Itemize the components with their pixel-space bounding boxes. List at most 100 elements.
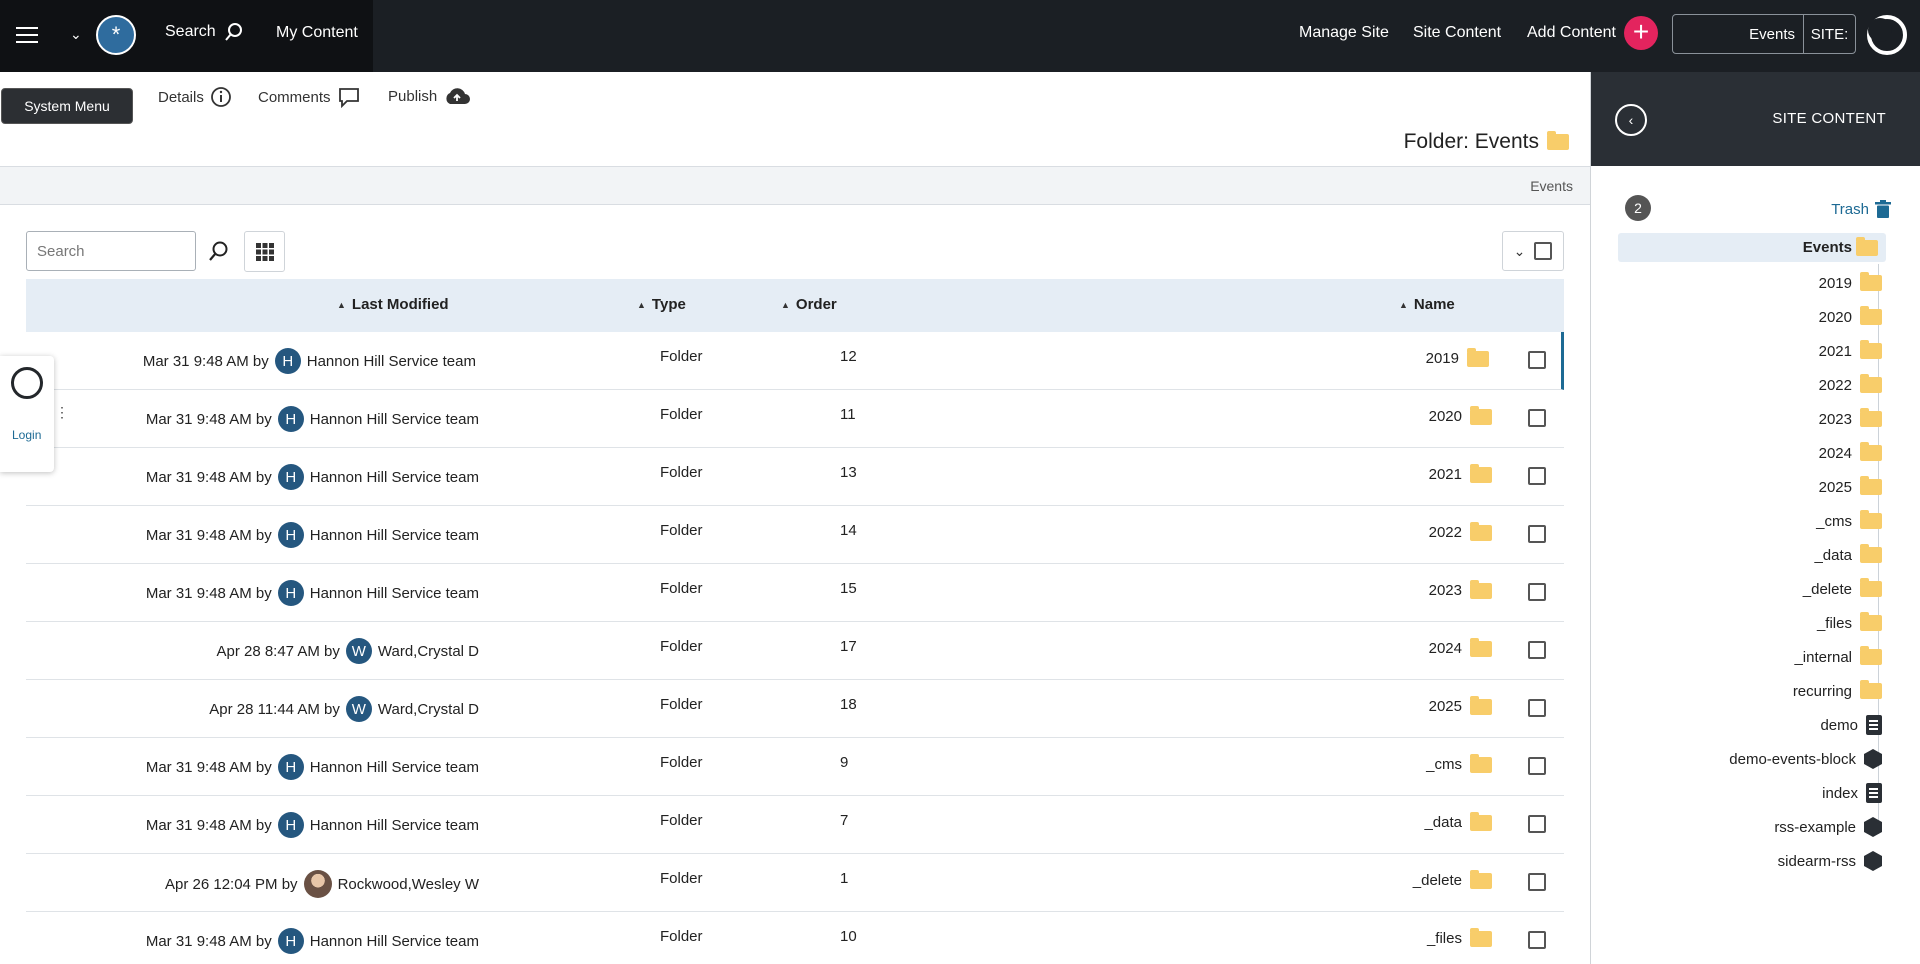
column-header-type[interactable]: ▲ Type bbox=[637, 296, 686, 313]
sort-caret-icon: ▲ bbox=[781, 299, 790, 310]
row-name-cell[interactable]: 2024 bbox=[1429, 637, 1492, 657]
table-row[interactable]: 2021 13 Folder Mar 31 9:48 AM by H Hanno… bbox=[26, 448, 1564, 506]
manage-site-link[interactable]: Manage Site bbox=[1299, 24, 1389, 42]
comments-button[interactable]: Comments bbox=[258, 86, 361, 108]
select-all-dropdown[interactable]: ⌄ bbox=[1502, 231, 1564, 271]
tree-item-2020[interactable]: 2020 bbox=[1819, 304, 1882, 330]
row-name-cell[interactable]: 2025 bbox=[1429, 695, 1492, 715]
table-row[interactable]: _delete 1 Folder Apr 26 12:04 PM by Rock… bbox=[26, 854, 1564, 912]
row-checkbox[interactable] bbox=[1528, 699, 1546, 717]
search-icon[interactable] bbox=[208, 240, 230, 262]
row-name[interactable]: _cms bbox=[1426, 756, 1462, 773]
row-checkbox[interactable] bbox=[1528, 351, 1546, 369]
chevron-down-icon[interactable]: ⌄ bbox=[1514, 243, 1526, 260]
table-row[interactable]: 2025 18 Folder Apr 28 11:44 AM by W Ward… bbox=[26, 680, 1564, 738]
tree-item-index[interactable]: index bbox=[1822, 780, 1882, 806]
trash-link[interactable]: Trash bbox=[1831, 200, 1891, 218]
tree-item-internal[interactable]: _internal bbox=[1794, 644, 1882, 670]
tree-item-delete[interactable]: _delete bbox=[1803, 576, 1882, 602]
tree-item-2025[interactable]: 2025 bbox=[1819, 474, 1882, 500]
table-row[interactable]: 2022 14 Folder Mar 31 9:48 AM by H Hanno… bbox=[26, 506, 1564, 564]
row-name-cell[interactable]: 2020 bbox=[1429, 405, 1492, 425]
tree-item-demo[interactable]: demo bbox=[1820, 712, 1882, 738]
tree-root-events[interactable]: Events bbox=[1618, 233, 1886, 262]
folder-icon bbox=[1860, 306, 1882, 325]
cascade-logo-icon[interactable] bbox=[1866, 14, 1908, 56]
tree-item-2023[interactable]: 2023 bbox=[1819, 406, 1882, 432]
table-row[interactable]: 2023 15 Folder Mar 31 9:48 AM by H Hanno… bbox=[26, 564, 1564, 622]
row-name-cell[interactable]: 2023 bbox=[1429, 579, 1492, 599]
tree-item-cms[interactable]: _cms bbox=[1816, 508, 1882, 534]
my-content-link[interactable]: My Content bbox=[276, 24, 358, 42]
collapse-sidebar-icon[interactable]: ‹ bbox=[1615, 104, 1647, 136]
column-header-last-modified[interactable]: ▲ Last Modified bbox=[337, 296, 449, 313]
system-menu-tooltip: System Menu bbox=[1, 88, 133, 124]
row-name[interactable]: _files bbox=[1427, 930, 1462, 947]
tree-item-recurring[interactable]: recurring bbox=[1793, 678, 1882, 704]
row-checkbox[interactable] bbox=[1528, 467, 1546, 485]
row-checkbox[interactable] bbox=[1528, 409, 1546, 427]
row-name[interactable]: 2020 bbox=[1429, 408, 1462, 425]
chevron-down-icon[interactable]: ⌄ bbox=[70, 26, 82, 43]
row-checkbox[interactable] bbox=[1528, 525, 1546, 543]
site-selector[interactable]: Events SITE: bbox=[1672, 14, 1856, 54]
tree-item-rss-example[interactable]: rss-example bbox=[1774, 814, 1882, 840]
login-link[interactable]: Login bbox=[12, 428, 41, 442]
tree-item-files[interactable]: _files bbox=[1817, 610, 1882, 636]
row-name[interactable]: 2023 bbox=[1429, 582, 1462, 599]
table-row[interactable]: 2019 12 Folder Mar 31 9:48 AM by H Hanno… bbox=[26, 332, 1564, 390]
publish-button[interactable]: Publish bbox=[388, 86, 471, 106]
table-row[interactable]: 2024 17 Folder Apr 28 8:47 AM by W Ward,… bbox=[26, 622, 1564, 680]
row-checkbox[interactable] bbox=[1528, 931, 1546, 949]
row-name-cell[interactable]: 2022 bbox=[1429, 521, 1492, 541]
breadcrumb-item[interactable]: Events bbox=[1530, 178, 1573, 194]
global-search-button[interactable]: Search bbox=[165, 22, 244, 42]
grid-view-toggle[interactable] bbox=[244, 231, 285, 272]
details-button[interactable]: Details bbox=[158, 86, 232, 108]
row-name[interactable]: 2024 bbox=[1429, 640, 1462, 657]
tree-item-2021[interactable]: 2021 bbox=[1819, 338, 1882, 364]
row-modified-date: Mar 31 9:48 AM by bbox=[145, 526, 272, 544]
list-search-input[interactable] bbox=[26, 231, 196, 271]
table-row[interactable]: _cms 9 Folder Mar 31 9:48 AM by H Hannon… bbox=[26, 738, 1564, 796]
row-name[interactable]: _data bbox=[1424, 814, 1462, 831]
row-checkbox[interactable] bbox=[1528, 757, 1546, 775]
row-name[interactable]: 2022 bbox=[1429, 524, 1462, 541]
add-content-link[interactable]: Add Content bbox=[1527, 24, 1616, 42]
table-row[interactable]: 2020 11 Folder Mar 31 9:48 AM by H Hanno… bbox=[26, 390, 1564, 448]
row-checkbox[interactable] bbox=[1528, 583, 1546, 601]
row-name-cell[interactable]: 2019 bbox=[1426, 347, 1489, 367]
row-name[interactable]: 2025 bbox=[1429, 698, 1462, 715]
row-name-cell[interactable]: _files bbox=[1427, 927, 1492, 947]
row-name-cell[interactable]: _data bbox=[1424, 811, 1492, 831]
hamburger-menu-icon[interactable] bbox=[12, 20, 42, 50]
user-avatar[interactable]: * bbox=[96, 15, 136, 55]
site-content-link[interactable]: Site Content bbox=[1413, 24, 1501, 42]
folder-icon bbox=[1470, 811, 1492, 831]
login-flyout[interactable]: Login bbox=[0, 356, 54, 472]
row-name[interactable]: 2021 bbox=[1429, 466, 1462, 483]
row-checkbox[interactable] bbox=[1528, 873, 1546, 891]
tree-item-2022[interactable]: 2022 bbox=[1819, 372, 1882, 398]
tree-item-2019[interactable]: 2019 bbox=[1819, 270, 1882, 296]
tree-item-demo-events-block[interactable]: demo-events-block bbox=[1729, 746, 1882, 772]
drag-handle-icon[interactable]: ⋮ bbox=[55, 404, 69, 421]
row-checkbox[interactable] bbox=[1528, 815, 1546, 833]
tree-item-data[interactable]: _data bbox=[1814, 542, 1882, 568]
trash-count-badge: 2 bbox=[1625, 195, 1651, 221]
row-checkbox[interactable] bbox=[1528, 641, 1546, 659]
row-name[interactable]: _delete bbox=[1413, 872, 1462, 889]
row-type: Folder bbox=[660, 464, 703, 481]
row-name-cell[interactable]: _cms bbox=[1426, 753, 1492, 773]
row-name-cell[interactable]: 2021 bbox=[1429, 463, 1492, 483]
select-all-checkbox[interactable] bbox=[1534, 242, 1553, 260]
tree-item-2024[interactable]: 2024 bbox=[1819, 440, 1882, 466]
table-row[interactable]: _data 7 Folder Mar 31 9:48 AM by H Hanno… bbox=[26, 796, 1564, 854]
table-row[interactable]: _files 10 Folder Mar 31 9:48 AM by H Han… bbox=[26, 912, 1564, 964]
plus-icon[interactable]: + bbox=[1624, 16, 1658, 50]
row-name-cell[interactable]: _delete bbox=[1413, 869, 1492, 889]
column-header-order[interactable]: ▲ Order bbox=[781, 296, 837, 313]
tree-item-sidearm-rss[interactable]: sidearm-rss bbox=[1778, 848, 1882, 874]
row-name[interactable]: 2019 bbox=[1426, 350, 1459, 367]
column-header-name[interactable]: ▲ Name bbox=[1399, 296, 1455, 313]
